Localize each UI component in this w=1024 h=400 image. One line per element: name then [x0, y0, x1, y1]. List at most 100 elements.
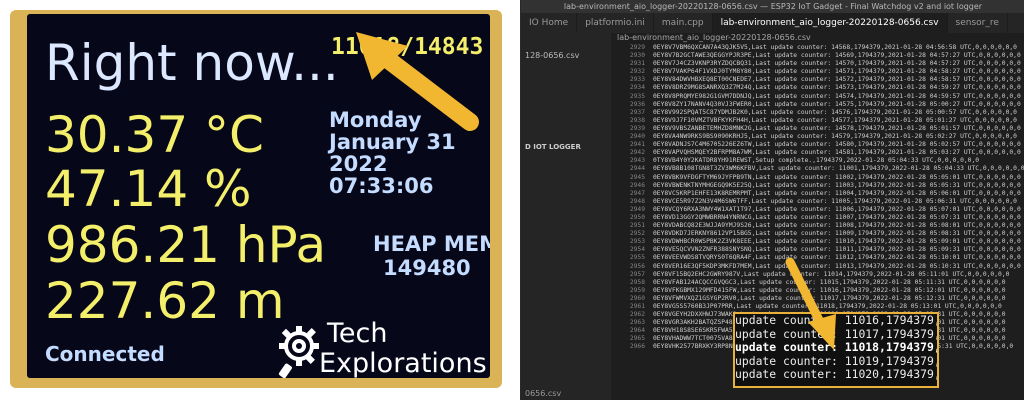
- code-line[interactable]: 2939 0EY8V9VBSZANBETEMHZD8MNK2G,Last upda…: [613, 125, 1024, 133]
- line-text: 0EY8V9VBSZANBETEMHZD8MNK2G,Last update c…: [653, 124, 1021, 132]
- code-line[interactable]: 2932 0EY8V7VAKP64F1VXDJ0TYM8Y80,Last upda…: [613, 68, 1024, 76]
- line-number: 2932: [629, 68, 645, 76]
- explorer-sidebar: 128-0656.csv D IOT LOGGER 0656.csv: [521, 33, 611, 400]
- line-text: 0EY8VADNJS7C4M6705226EZ6TW,Last update c…: [653, 141, 1021, 149]
- editor-tab[interactable]: platformio.ini: [577, 13, 654, 33]
- code-line[interactable]: 2943 0TY8VB4Y0Y2KATDR8YH91REWST,Setup com…: [613, 157, 1024, 165]
- line-text: 0EY8VD13GGY2QMWBRRN4YNRNCG,Last update c…: [653, 213, 1021, 221]
- code-line[interactable]: 2946 0EY8VBWENKTNYMHGEGQ9K5E25Q,Last upda…: [613, 182, 1024, 190]
- line-text: 0EY8V84DWVHBXEQ8ET00CNEDE7,Last update c…: [653, 76, 1021, 84]
- line-text: 0EY8VFKGBMX129MFD415FW,Last update count…: [653, 286, 1006, 294]
- code-line[interactable]: 2931 0EY8V7J4CZ3VKNP3RYZDQCBQ31,Last upda…: [613, 60, 1024, 68]
- code-line[interactable]: 2942 0EY8VAPVQHSMQEY2BFRPM8A7WM,Last upda…: [613, 149, 1024, 157]
- line-number: 2946: [629, 181, 645, 189]
- line-number: 2960: [629, 294, 645, 302]
- tft-screen: Right now... 11018/14843 30.37 °C 47.14 …: [27, 14, 490, 378]
- code-line[interactable]: 2935 0EY8V8PRQMYE982G1GVM7DDNJQ,Last upda…: [613, 93, 1024, 101]
- line-text: 0EY8V7VAKP64F1VXDJ0TYM8Y80,Last update c…: [653, 68, 1021, 76]
- code-line[interactable]: 2961 0EY8VG5S5760B3JP07PRR,Last update co…: [613, 303, 1024, 311]
- code-line[interactable]: 2960 0EY8VFWMVXQZ1GSYGP2RV0,Last update c…: [613, 295, 1024, 303]
- code-line[interactable]: 2945 0EY8VBK9VFDGFTYM69JYFPB9TN,Last upda…: [613, 174, 1024, 182]
- explorer-file-item[interactable]: 0656.csv: [525, 389, 561, 398]
- code-line[interactable]: 2929 0EY8V7VBM6QXCAN7A43QJK5V5,Last updat…: [613, 44, 1024, 52]
- code-line[interactable]: 2957 0EY8VF15BQ2EHC2GWRY987V,Last update …: [613, 271, 1024, 279]
- tft-display-bezel: Right now... 11018/14843 30.37 °C 47.14 …: [10, 10, 502, 388]
- year-label: 2022: [329, 152, 388, 176]
- code-line[interactable]: 2938 0EY8V9J7F10VMZTVBFKYKFH4H,Last updat…: [613, 117, 1024, 125]
- code-line[interactable]: 2958 0EY8VFAB124ACQCCGVQGC3,Last update c…: [613, 279, 1024, 287]
- line-text: 0EY8V8DRZ9MG8SANRXQ3Z7M24Q,Last update c…: [653, 84, 1021, 92]
- code-line[interactable]: 2954 0EY8VE5QCVVN2ZNFR388SNYSNQ,Last upda…: [613, 246, 1024, 254]
- code-line[interactable]: 2951 0EY8VDABCQ82E3WJJA9YMJ9S26,Last upda…: [613, 222, 1024, 230]
- editor-tab[interactable]: lab-environment_aio_logger-20220128-0656…: [712, 13, 948, 33]
- line-text: 0EY8V7B2GCTAWE3QEGGYPJR3PE,Last update c…: [653, 52, 1021, 60]
- zoom-line-highlighted: update counter: 11018,1794379,2022-0: [735, 340, 937, 355]
- line-number: 2945: [629, 173, 645, 181]
- line-number: 2948: [629, 197, 645, 205]
- line-number: 2937: [629, 108, 645, 116]
- code-line[interactable]: 2955 0EY8VEEVWDS8TVQRYS0T6QRA4F,Last upda…: [613, 254, 1024, 262]
- code-line[interactable]: 2940 0EY8VA4NW9RKS9BS9090KRHJ5,Last updat…: [613, 133, 1024, 141]
- code-line[interactable]: 2948 0EY8VCE5R97Z2N3V4M6SW6TFF,Last updat…: [613, 198, 1024, 206]
- editor-tab[interactable]: main.cpp: [654, 13, 713, 33]
- line-number: 2931: [629, 60, 645, 68]
- code-line[interactable]: 2953 0EY8VDWHBCR0WSPBK2Z3VK8EEE,Last upda…: [613, 238, 1024, 246]
- line-number: 2961: [629, 303, 645, 310]
- code-line[interactable]: 2930 0EY8V7B2GCTAWE3QEGGYPJR3PE,Last upda…: [613, 52, 1024, 60]
- code-line[interactable]: 2937 0EY8V992SPQAT5C87YDMJB2K0,Last updat…: [613, 109, 1024, 117]
- code-line[interactable]: 2959 0EY8VFKGBMX129MFD415FW,Last update c…: [613, 287, 1024, 295]
- line-number: 2959: [629, 286, 645, 294]
- date-label: January 31: [329, 130, 456, 154]
- line-text: 0EY8VFWMVXQZ1GSYGP2RV0,Last update count…: [653, 294, 1006, 302]
- line-text: 0EY8VBK9VFDGFTYM69JYFPB9TN,Last update c…: [653, 173, 1021, 181]
- update-counter: 11018/14843: [331, 34, 484, 60]
- line-text: 0EY8VDKD7JERKNY8612VP15BG5,Last update c…: [653, 230, 1021, 238]
- line-text: 0EY8V7VBM6QXCAN7A43QJK5V5,Last update co…: [653, 44, 1017, 51]
- code-line[interactable]: 2947 0EY8VC5KRP1EHFE13K8REMRPMT,Last upda…: [613, 190, 1024, 198]
- line-number: 2963: [629, 319, 645, 327]
- line-text: 0EY8VER16E3QF5KDP3MKFD7MEM,Last update c…: [653, 262, 1021, 270]
- line-text: 0EY8VE5QCVVN2ZNFR388SNYSNQ,Last update c…: [653, 246, 1021, 254]
- window-title-bar: lab-environment_aio_logger-20220128-0656…: [521, 0, 1024, 13]
- code-line[interactable]: 2936 0EY8V8ZY17NANV4Q30VJ3FWER0,Last upda…: [613, 101, 1024, 109]
- code-line[interactable]: 2950 0EY8VD13GGY2QMWBRRN4YNRNCG,Last upda…: [613, 214, 1024, 222]
- line-number: 2939: [629, 124, 645, 132]
- line-text: 0EY8V8PRQMYE982G1GVM7DDNJQ,Last update c…: [653, 92, 1021, 100]
- line-number: 2941: [629, 141, 645, 149]
- line-text: 0EY8VG5S5760B3JP07PRR,Last update counte…: [653, 303, 1002, 310]
- line-text: 0EY8V992SPQAT5C87YDMJB2K0,Last update co…: [653, 108, 1017, 116]
- line-text: 0EY8VAPVQHSMQEY2BFRPM8A7WM,Last update c…: [653, 149, 1021, 157]
- line-number: 2929: [629, 44, 645, 51]
- logo-text-tech: Tech: [327, 318, 388, 349]
- altitude-reading: 227.62 m: [45, 272, 285, 330]
- line-number: 2954: [629, 246, 645, 254]
- editor-tab[interactable]: sensor_re: [948, 13, 1008, 33]
- code-line[interactable]: 2941 0EY8VADNJS7C4M6705226EZ6TW,Last upda…: [613, 141, 1024, 149]
- line-text: 0EY8VEEVWDS8TVQRYS0T6QRA4F,Last update c…: [653, 254, 1021, 262]
- explorer-open-file[interactable]: 128-0656.csv: [525, 51, 579, 60]
- line-number: 2957: [629, 270, 645, 278]
- explorer-section-header[interactable]: D IOT LOGGER: [525, 143, 581, 151]
- line-number: 2958: [629, 278, 645, 286]
- line-text: 0TY8VB4Y0Y2KATDR8YH91REWST,Setup complet…: [653, 157, 980, 165]
- line-number: 2951: [629, 222, 645, 230]
- line-text: 0EY8VDWHBCR0WSPBK2Z3VK8EEE,Last update c…: [653, 238, 1021, 246]
- zoom-line: update counter: 11017,1794379,2022-0: [735, 326, 937, 341]
- breadcrumb[interactable]: lab-environment_aio_logger-20220128-0656…: [617, 33, 811, 42]
- code-line[interactable]: 2944 0EY8VB8B108TGN8T3ZV3WM6KFBV,Last upd…: [613, 165, 1024, 173]
- code-line[interactable]: 2956 0EY8VER16E3QF5KDP3MKFD7MEM,Last upda…: [613, 263, 1024, 271]
- line-text: 0EY8VA4NW9RKS9BS9090KRHJ5,Last update co…: [653, 133, 1017, 141]
- line-number: 2935: [629, 92, 645, 100]
- line-number: 2933: [629, 76, 645, 84]
- code-line[interactable]: 2934 0EY8V8DRZ9MG8SANRXQ3Z7M24Q,Last upda…: [613, 84, 1024, 92]
- editor-tab[interactable]: IO Home: [521, 13, 578, 33]
- code-line[interactable]: 2949 0EY8VCQY6RXA3NWY4W1XAT1T97,Last upda…: [613, 206, 1024, 214]
- zoom-line: update counter: 11019,1794379,2022-0: [735, 353, 937, 368]
- line-number: 2943: [629, 157, 645, 165]
- zoom-line: update counter: 11020,1794379,2022-0: [735, 367, 937, 382]
- code-line[interactable]: 2952 0EY8VDKD7JERKNY8612VP15BG5,Last upda…: [613, 230, 1024, 238]
- line-number: 2936: [629, 100, 645, 108]
- weekday-label: Monday: [329, 108, 422, 132]
- pressure-reading: 986.21 hPa: [45, 216, 327, 274]
- code-line[interactable]: 2933 0EY8V84DWVHBXEQ8ET00CNEDE7,Last upda…: [613, 76, 1024, 84]
